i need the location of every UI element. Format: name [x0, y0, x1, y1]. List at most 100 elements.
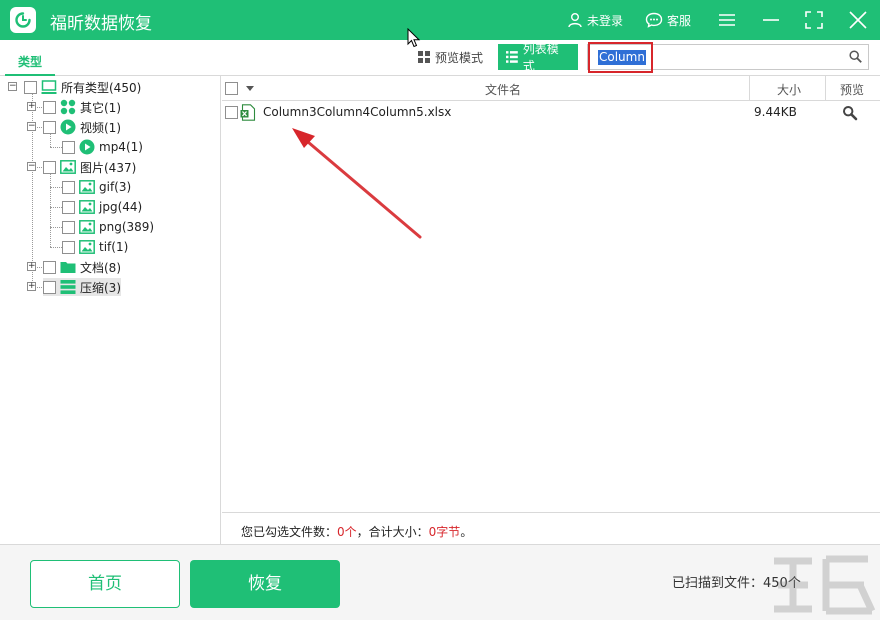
tree-connector: [50, 227, 62, 228]
minimize-button[interactable]: [761, 10, 781, 30]
folder-icon: [60, 262, 76, 273]
annotation-arrow: [292, 128, 422, 239]
tree-item-other[interactable]: 其它(1): [43, 98, 121, 116]
image-icon: [79, 180, 95, 194]
tree-checkbox[interactable]: [43, 160, 56, 174]
maximize-icon: [805, 11, 823, 29]
tree-item-mp4[interactable]: mp4(1): [62, 138, 143, 156]
excel-file-icon: [240, 104, 256, 121]
column-header-preview: 预览: [840, 83, 865, 97]
tree-item-video[interactable]: 视频(1): [43, 118, 121, 136]
table-row[interactable]: Column3Column4Column5.xlsx 9.44KB: [222, 102, 880, 122]
tree-item-zip[interactable]: 压缩(3): [43, 278, 121, 296]
tree-connector: [50, 147, 62, 148]
column-divider: [825, 76, 826, 101]
tree-item-label: 其它(1): [80, 100, 121, 115]
tree-checkbox[interactable]: [62, 240, 75, 254]
tree-item-png[interactable]: png(389): [62, 218, 154, 236]
list-icon: [506, 51, 518, 63]
tree-checkbox[interactable]: [62, 180, 75, 194]
selection-suffix: 。: [460, 525, 473, 539]
login-button[interactable]: 未登录: [567, 11, 623, 29]
tree-item-tif[interactable]: tif(1): [62, 238, 128, 256]
tree-item-label: jpg(44): [99, 200, 143, 214]
image-icon: [79, 220, 95, 234]
tree-item-label: mp4(1): [99, 140, 143, 154]
search-icon[interactable]: [849, 50, 862, 63]
collapse-image-toggle[interactable]: −: [27, 162, 36, 171]
archive-icon: [60, 280, 76, 294]
tree-checkbox[interactable]: [24, 80, 37, 94]
tree-item-doc[interactable]: 文档(8): [43, 258, 121, 276]
expand-zip-toggle[interactable]: +: [27, 282, 36, 291]
select-all-checkbox[interactable]: [225, 82, 238, 95]
preview-magnifier-icon[interactable]: [842, 105, 858, 121]
tree-connector: [50, 187, 62, 188]
selection-prefix: 您已勾选文件数：: [241, 525, 338, 539]
chat-icon: [645, 12, 663, 28]
tree-checkbox[interactable]: [43, 280, 56, 294]
selection-status-bar: 您已勾选文件数：0个，合计大小：0字节。: [222, 512, 880, 545]
expand-other-toggle[interactable]: +: [27, 102, 36, 111]
service-button[interactable]: 客服: [645, 11, 691, 29]
collapse-video-toggle[interactable]: −: [27, 122, 36, 131]
select-dropdown-icon[interactable]: [246, 86, 254, 91]
tree-checkbox[interactable]: [62, 220, 75, 234]
grid-icon: [418, 51, 430, 63]
file-name: Column3Column4Column5.xlsx: [263, 105, 452, 119]
tree-item-label: png(389): [99, 220, 155, 234]
other-grid-icon: [60, 99, 76, 115]
collapse-root-toggle[interactable]: −: [8, 82, 17, 91]
login-label: 未登录: [587, 13, 624, 28]
site-watermark-logo: [774, 555, 876, 615]
image-icon: [79, 200, 95, 214]
maximize-button[interactable]: [804, 10, 824, 30]
tree-item-label: 文档(8): [80, 260, 121, 275]
tree-item-label: 图片(437): [80, 160, 137, 175]
tree-connector: [50, 207, 62, 208]
column-divider: [749, 76, 750, 101]
tab-type[interactable]: 类型: [5, 50, 55, 76]
app-window: 福昕数据恢复 未登录 客服 类型 预览模式 列表模式 Column − + − …: [0, 0, 880, 620]
tree-checkbox[interactable]: [62, 200, 75, 214]
tree-connector: [50, 247, 62, 248]
tree-checkbox[interactable]: [43, 260, 56, 274]
menu-button[interactable]: [717, 10, 737, 30]
home-button[interactable]: 首页: [30, 560, 180, 608]
user-icon: [568, 13, 582, 28]
tree-item-jpg[interactable]: jpg(44): [62, 198, 142, 216]
tree-checkbox[interactable]: [43, 120, 56, 134]
row-checkbox[interactable]: [225, 106, 238, 119]
preview-mode-label: 预览模式: [435, 50, 484, 65]
file-size: 9.44KB: [754, 105, 797, 119]
tree-checkbox[interactable]: [62, 140, 75, 154]
tree-checkbox[interactable]: [43, 100, 56, 114]
video-play-icon: [60, 119, 76, 135]
service-label: 客服: [667, 13, 692, 28]
selection-mid: ，合计大小：: [356, 525, 429, 539]
tree-item-label: 视频(1): [80, 120, 121, 135]
tree-item-gif[interactable]: gif(3): [62, 178, 131, 196]
recover-button[interactable]: 恢复: [190, 560, 340, 608]
toolbar: 类型 预览模式 列表模式 Column: [0, 40, 880, 76]
preview-mode-button[interactable]: 预览模式: [410, 44, 492, 70]
close-button[interactable]: [848, 10, 868, 30]
search-value[interactable]: Column: [598, 50, 646, 65]
tree-item-image[interactable]: 图片(437): [43, 158, 136, 176]
list-mode-button[interactable]: 列表模式: [498, 42, 578, 73]
expand-doc-toggle[interactable]: +: [27, 262, 36, 271]
type-tree-panel: − + − − + + 所有类型(450) 其它(1) 视频(1) mp4(1)…: [0, 76, 221, 544]
mouse-cursor-icon: [407, 28, 421, 48]
app-logo-icon: [10, 7, 36, 33]
image-icon: [79, 240, 95, 254]
tree-item-label: 所有类型(450): [61, 80, 142, 95]
column-header-name[interactable]: 文件名: [485, 81, 521, 98]
file-list-header: 文件名 大小 预览: [222, 76, 880, 101]
tree-item-all[interactable]: 所有类型(450): [24, 78, 141, 96]
minimize-icon: [763, 19, 779, 21]
app-title: 福昕数据恢复: [50, 14, 152, 34]
video-play-icon: [79, 139, 95, 155]
selected-count: 0个: [337, 525, 357, 539]
column-header-size[interactable]: 大小: [777, 81, 801, 98]
list-mode-label: 列表模式: [522, 42, 559, 73]
